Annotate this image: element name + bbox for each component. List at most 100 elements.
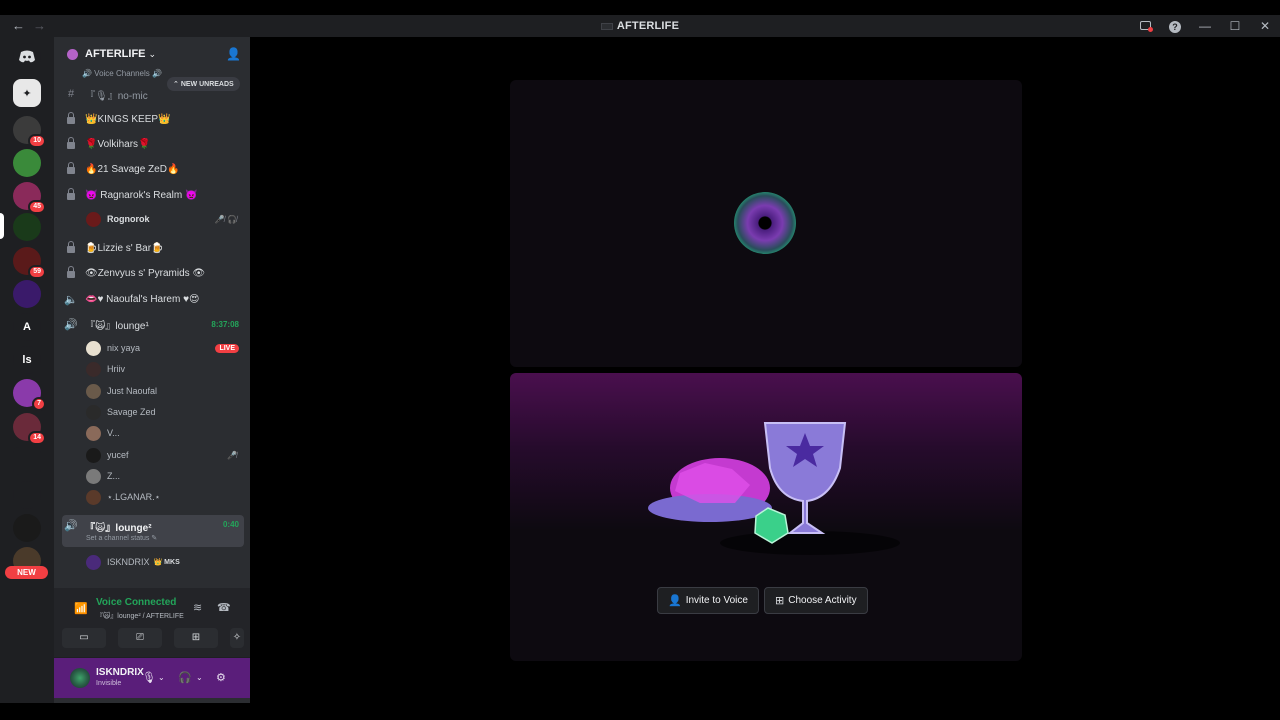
server-10[interactable]: 14	[13, 413, 46, 445]
server-2[interactable]	[13, 149, 41, 177]
voice-user-rognorok[interactable]: Rognorok 🎤̸ 🎧̸	[86, 209, 244, 229]
activities-button[interactable]: ⊞	[174, 628, 218, 648]
mute-deafen-icons: 🎤̸ 🎧̸	[214, 214, 237, 224]
inbox-button[interactable]	[1130, 19, 1160, 33]
avatar	[86, 340, 101, 356]
guild-header[interactable]: AFTERLIFE ⌄ 👤	[54, 37, 250, 71]
channel-volkihars[interactable]: 🌹Volkihars🌹	[62, 133, 244, 155]
noise-suppression-icon[interactable]: ≋	[193, 601, 202, 614]
soundboard-icon: ✧	[232, 632, 242, 643]
participant-tile[interactable]	[510, 80, 1022, 367]
channel-no-mic[interactable]: # 『🎙』no-mic	[62, 83, 244, 105]
voice-user-savage-zed[interactable]: Savage Zed	[86, 402, 244, 422]
maximize-button[interactable]: ☐	[1220, 19, 1250, 33]
discord-home-button[interactable]	[13, 43, 41, 71]
channel-label: 『🙀』lounge²	[85, 523, 152, 534]
server-afterlife[interactable]	[13, 213, 41, 241]
server-folder[interactable]	[13, 447, 41, 475]
server-12[interactable]	[13, 481, 41, 509]
server-9[interactable]: 7	[13, 379, 46, 411]
channel-kings-keep[interactable]: 👑KINGS KEEP👑	[62, 108, 244, 130]
help-button[interactable]: ?	[1160, 19, 1190, 33]
camera-off-icon: ▭	[79, 632, 89, 643]
lock-icon	[62, 162, 80, 175]
voice-user-v[interactable]: V...	[86, 423, 244, 443]
activities-icon: ⊞	[191, 632, 201, 643]
letterbox-top	[0, 0, 1280, 15]
activity-invite-tile: 👤 Invite to Voice ⊞ Choose Activity	[510, 373, 1022, 661]
channel-lizzies-bar[interactable]: 🍺Lizzie s' Bar🍺	[62, 237, 244, 259]
server-6[interactable]	[13, 280, 41, 308]
screen-share-button[interactable]: ⎚	[118, 628, 162, 648]
server-initials: A	[23, 321, 31, 333]
window-title-text: AFTERLIFE	[616, 20, 680, 32]
avatar	[86, 489, 101, 505]
participant-avatar	[734, 192, 796, 254]
channel-label: 🍺Lizzie s' Bar🍺	[85, 242, 164, 254]
audio-options-chevron-icon[interactable]: ⌄	[196, 673, 203, 682]
voice-connection-panel: 📶 Voice Connected 『🙀』lounge² / AFTERLIFE…	[54, 588, 250, 658]
channel-zenvyus-pyramids[interactable]: 👁Zenvyus s' Pyramids 👁	[62, 262, 244, 284]
headphones-icon[interactable]: 🎧	[178, 671, 192, 684]
server-ls[interactable]: ls	[13, 346, 41, 374]
avatar	[86, 447, 101, 463]
channel-naoufals-harem[interactable]: 🔈 👄♥ Naoufal's Harem ♥😍	[62, 288, 244, 310]
voice-user-hriiv[interactable]: Hriiv	[86, 359, 244, 379]
voice-user-z[interactable]: Z...	[86, 466, 244, 486]
voice-user-yucef[interactable]: yucef 🎤̸	[86, 445, 244, 465]
avatar	[86, 361, 101, 377]
trophy-illustration	[648, 422, 900, 555]
voice-user-lganar[interactable]: ⋆.LGANAR.⋆	[86, 487, 244, 507]
choose-activity-button[interactable]: ⊞ Choose Activity	[764, 587, 868, 614]
invite-people-icon[interactable]: 👤	[226, 47, 241, 61]
speaker-active-icon: 🔊	[64, 318, 78, 331]
username: V...	[107, 428, 120, 438]
server-a[interactable]: A	[13, 313, 41, 341]
add-user-icon: 👤	[668, 595, 682, 607]
voice-connected-subtitle[interactable]: 『🙀』lounge² / AFTERLIFE	[96, 611, 184, 621]
channel-label: 🌹Volkihars🌹	[85, 138, 151, 150]
user-name[interactable]: ISKNDRIX	[96, 667, 144, 678]
soundboard-button[interactable]: ✧	[230, 628, 244, 648]
explore-server[interactable]: ✦	[13, 79, 41, 107]
selected-server-indicator	[0, 213, 4, 239]
minimize-button[interactable]: —	[1190, 19, 1220, 33]
server-initials: ls	[22, 354, 32, 366]
channel-21-savage-zed[interactable]: 🔥21 Savage ZeD🔥	[62, 158, 244, 180]
voice-user-iskndrix[interactable]: ISKNDRIX 👑 MKS	[86, 552, 244, 572]
disconnect-icon[interactable]: ☎	[217, 601, 231, 614]
signal-icon[interactable]: 📶	[74, 602, 88, 615]
username: nix yaya	[107, 343, 141, 353]
avatar	[86, 554, 101, 570]
voice-connected-title[interactable]: Voice Connected	[96, 597, 176, 608]
username: yucef	[107, 450, 129, 460]
voice-user-nix-yaya[interactable]: nix yaya LIVE	[86, 338, 244, 358]
microphone-icon[interactable]: 🎙	[142, 671, 156, 684]
voice-user-just-naoufal[interactable]: Just Naoufal	[86, 381, 244, 401]
server-5[interactable]: 59	[13, 247, 46, 279]
choose-activity-label: Choose Activity	[788, 595, 857, 606]
channel-ragnaroks-realm[interactable]: 👿 Ragnarok's Realm 👿	[62, 184, 244, 206]
avatar	[86, 211, 101, 227]
user-panel: ISKNDRIX Invisible 🎙 ⌄ 🎧 ⌄ ⚙	[54, 658, 250, 698]
category-voice-channels[interactable]: 🔊 Voice Channels 🔊	[82, 69, 162, 78]
camera-button[interactable]: ▭	[62, 628, 106, 648]
new-servers-pill[interactable]: NEW	[5, 566, 48, 579]
window-title: AFTERLIFE	[0, 20, 1280, 32]
mic-options-chevron-icon[interactable]: ⌄	[158, 673, 165, 682]
server-3[interactable]: 45	[13, 182, 46, 214]
server-13[interactable]	[13, 514, 41, 542]
channel-status-prompt[interactable]: Set a channel status ✎	[86, 534, 157, 542]
user-avatar[interactable]	[70, 668, 90, 688]
channel-lounge-1[interactable]: 🔊 『🙀』lounge¹ 8:37:08	[62, 313, 244, 335]
lock-icon	[62, 266, 80, 279]
inbox-icon	[1139, 21, 1153, 32]
close-button[interactable]: ✕	[1250, 19, 1280, 33]
channel-lounge-2[interactable]: 🔊 『🙀』lounge² 0:40 Set a channel status ✎	[62, 515, 244, 547]
help-icon: ?	[1169, 21, 1181, 33]
channel-label: 👁Zenvyus s' Pyramids 👁	[85, 267, 206, 279]
server-1[interactable]: 10	[13, 116, 46, 148]
channel-label: 👄♥ Naoufal's Harem ♥😍	[85, 293, 200, 305]
settings-gear-icon[interactable]: ⚙	[216, 671, 226, 684]
invite-to-voice-button[interactable]: 👤 Invite to Voice	[657, 587, 759, 614]
